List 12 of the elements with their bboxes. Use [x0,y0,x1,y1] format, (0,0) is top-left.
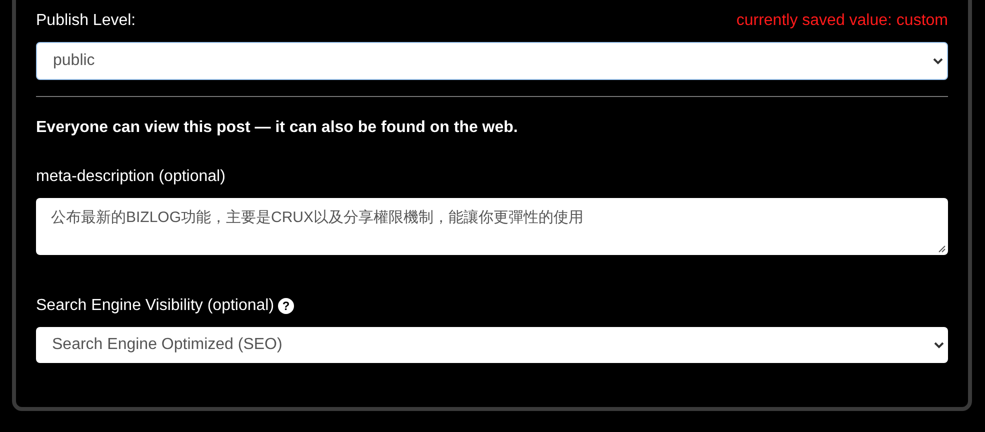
field-label: meta-description (optional) [36,167,226,187]
saved-value-note: currently saved value: custom [736,11,948,31]
help-icon[interactable]: ? [278,298,294,314]
search-visibility-select[interactable]: Search Engine Optimized (SEO) [36,327,948,363]
publish-level-select[interactable]: public [36,42,948,80]
chevron-down-icon [933,57,943,65]
description-text: Everyone can view this post — it can also be found on the web. [36,118,519,138]
field-label: Search Engine Visibility (optional) [36,296,274,316]
resize-handle-icon[interactable] [938,245,946,253]
field-label: Publish Level: [36,11,136,31]
chevron-down-icon [934,341,944,349]
meta-description-textarea[interactable]: 公布最新的BIZLOG功能，主要是CRUX以及分享權限機制，能讓你更彈性的使用 [36,198,948,255]
